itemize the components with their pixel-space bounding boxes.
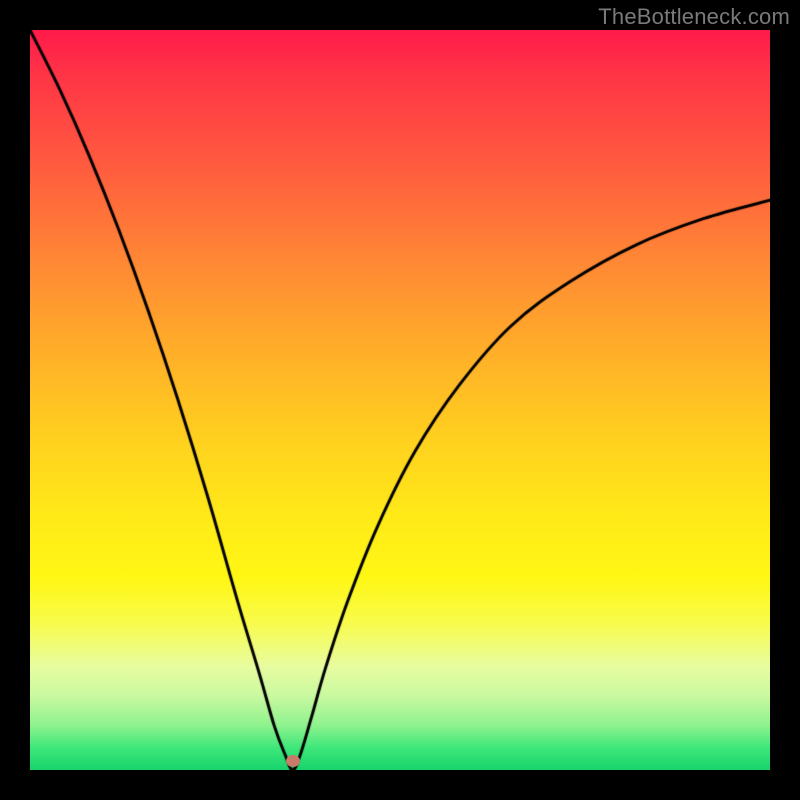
minimum-marker [286, 755, 300, 767]
chart-frame: TheBottleneck.com [0, 0, 800, 800]
watermark-text: TheBottleneck.com [598, 4, 790, 30]
bottleneck-curve [30, 30, 770, 770]
plot-area [30, 30, 770, 770]
